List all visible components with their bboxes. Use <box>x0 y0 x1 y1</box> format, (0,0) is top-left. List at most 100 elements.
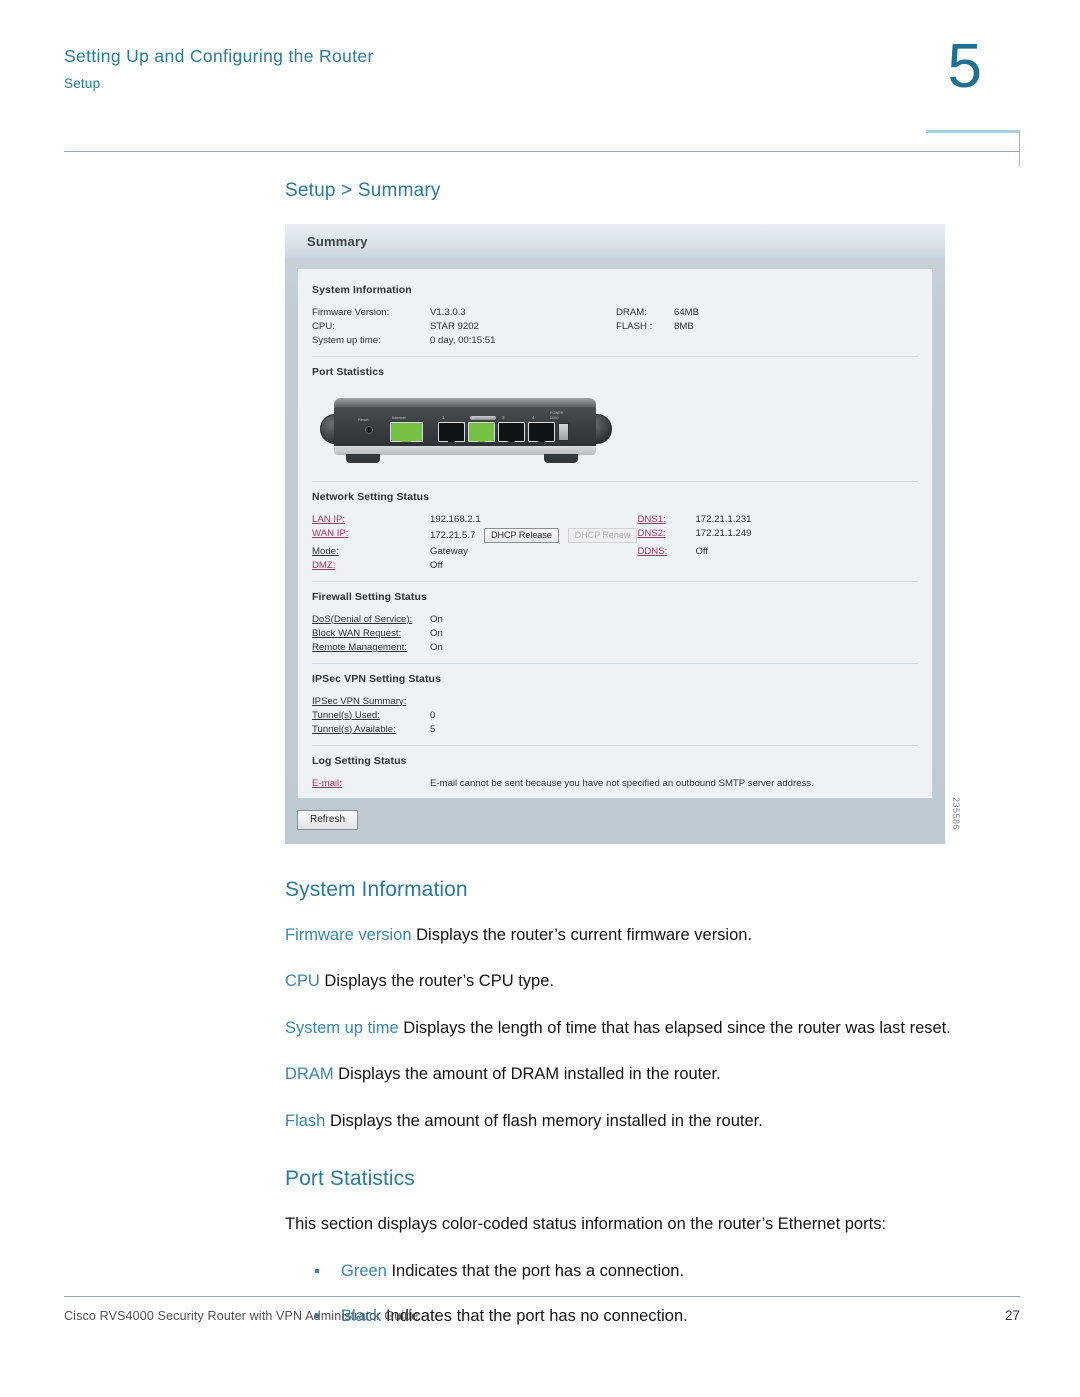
header-chapter-title: Setting Up and Configuring the Router <box>64 46 374 66</box>
figure-port-statistics-label: Port Statistics <box>312 366 385 378</box>
dos-label[interactable]: DoS(Denial of Service): <box>312 614 412 625</box>
figure-network-setting-status-label: Network Setting Status <box>312 491 430 503</box>
chapter-number: 5 <box>947 32 982 101</box>
ddns-value: Off <box>695 545 709 557</box>
lan-port-4-label: 4 <box>532 415 535 420</box>
dns1-link[interactable]: DNS1: <box>637 514 665 525</box>
power-switch-icon <box>558 423 569 441</box>
desc-firmware-version: Displays the router’s current firmware v… <box>411 926 753 944</box>
remote-management-value: On <box>430 641 443 653</box>
firmware-version-value: V1.3.0.3 <box>430 306 466 318</box>
router-led-labels: POWER DIAG <box>550 411 564 421</box>
system-uptime-value: 0 day, 00:15:51 <box>430 334 496 346</box>
router-foot-right <box>544 454 578 463</box>
figure-log-setting-status-label: Log Setting Status <box>312 755 407 767</box>
wan-ip-link[interactable]: WAN IP: <box>312 528 348 539</box>
lan-port-4-jack-icon <box>529 423 554 442</box>
figure-system-information-table: Firmware Version: V1.3.0.3 DRAM: 64MB CP… <box>312 305 918 347</box>
internet-port <box>390 422 423 442</box>
definition-firmware-version: Firmware version Displays the router’s c… <box>285 924 1025 947</box>
lan-ip-link[interactable]: LAN IP: <box>312 514 345 525</box>
dram-label: DRAM: <box>616 306 647 318</box>
remote-management-label[interactable]: Remote Management: <box>312 642 407 653</box>
port-statistics-heading: Port Statistics <box>285 1167 415 1191</box>
mode-value: Gateway <box>430 545 468 557</box>
dns2-value: 172.21.1.249 <box>695 527 752 539</box>
lan-ip-value: 192.168.2.1 <box>430 513 481 525</box>
system-information-heading: System Information <box>285 878 468 901</box>
dmz-value: Off <box>430 559 443 571</box>
figure-firewall-setting-status-table: DoS(Denial of Service): On Block WAN Req… <box>312 612 918 654</box>
tunnels-available-value: 5 <box>430 723 436 735</box>
desc-green: Indicates that the port has a connection… <box>386 1261 685 1280</box>
ddns-link[interactable]: DDNS: <box>637 546 667 557</box>
footer-page-number: 27 <box>1004 1308 1020 1323</box>
page-footer: Cisco RVS4000 Security Router with VPN A… <box>64 1308 1020 1323</box>
ipsec-vpn-summary-link[interactable]: IPSec VPN Summary: <box>312 696 406 707</box>
divider <box>312 745 918 746</box>
figure-network-setting-status-table: LAN IP: 192.168.2.1 DNS1: 172.21.1.231 W… <box>312 512 918 572</box>
desc-dram: Displays the amount of DRAM installed in… <box>333 1065 721 1084</box>
tunnels-used-label[interactable]: Tunnel(s) Used: <box>312 710 380 721</box>
dmz-link[interactable]: DMZ: <box>312 560 335 571</box>
email-link[interactable]: E-mail: <box>312 778 342 789</box>
footer-divider <box>64 1296 1020 1297</box>
block-wan-request-value: On <box>430 627 443 639</box>
table-row: CPU: STAR 9202 FLASH : 8MB <box>312 319 918 333</box>
divider <box>312 356 918 357</box>
term-firmware-version: Firmware version <box>285 926 412 944</box>
term-dram: DRAM <box>285 1065 334 1084</box>
term-green: Green <box>341 1261 387 1280</box>
term-cpu: CPU <box>285 972 320 991</box>
block-wan-request-label[interactable]: Block WAN Request: <box>312 628 401 639</box>
footer-guide-title: Cisco RVS4000 Security Router with VPN A… <box>64 1309 419 1323</box>
breadcrumb-heading: Setup > Summary <box>285 180 441 201</box>
lan-port-1 <box>438 422 465 442</box>
table-row: Tunnel(s) Used: 0 <box>312 708 918 722</box>
refresh-button[interactable]: Refresh <box>297 810 359 830</box>
summary-window-title: Summary <box>307 233 368 249</box>
firmware-version-label: Firmware Version: <box>312 306 390 318</box>
summary-window-titlebar: Summary <box>285 224 945 258</box>
internet-port-jack-icon <box>391 423 422 442</box>
flash-label: FLASH : <box>616 320 653 332</box>
table-row: IPSec VPN Summary: <box>312 694 918 708</box>
tunnels-used-value: 0 <box>430 709 436 721</box>
definition-flash: Flash Displays the amount of flash memor… <box>285 1110 1025 1133</box>
port-statistics-intro: This section displays color-coded status… <box>285 1215 887 1234</box>
system-uptime-label: System up time: <box>312 334 381 346</box>
dns2-link[interactable]: DNS2: <box>637 528 665 539</box>
internet-port-label: Internet <box>392 415 406 420</box>
table-row: Remote Management: On <box>312 640 918 654</box>
lan-port-2-jack-icon <box>469 423 494 442</box>
header-divider <box>64 151 1020 152</box>
flash-value: 8MB <box>674 320 694 332</box>
lan-port-1-jack-icon <box>439 423 464 442</box>
table-row: DMZ: Off <box>312 558 918 572</box>
lan-port-2-label: 2 <box>472 415 475 420</box>
router-rear-panel: Reset Internet 1 2 3 4 POWER DIAG <box>320 396 612 468</box>
summary-panel: System Information Firmware Version: V1.… <box>297 268 933 799</box>
definition-system-up-time: System up time Displays the length of ti… <box>285 1017 1025 1040</box>
definition-cpu: CPU Displays the router’s CPU type. <box>285 970 1025 993</box>
list-item: Green Indicates that the port has a conn… <box>285 1260 1025 1283</box>
desc-cpu: Displays the router’s CPU type. <box>319 972 554 991</box>
tunnels-available-label[interactable]: Tunnel(s) Available: <box>312 724 396 735</box>
wan-ip-value: 172.21.5.7 <box>430 529 476 541</box>
dns1-value: 172.21.1.231 <box>695 513 752 525</box>
lan-port-4 <box>528 422 555 442</box>
dhcp-release-button[interactable]: DHCP Release <box>484 527 559 543</box>
definition-dram: DRAM Displays the amount of DRAM install… <box>285 1063 1025 1086</box>
email-status-message: E-mail cannot be sent because you have n… <box>430 777 814 789</box>
figure-ipsec-vpn-setting-status-label: IPSec VPN Setting Status <box>312 673 442 685</box>
mode-label: Mode: <box>312 545 339 557</box>
dram-value: 64MB <box>674 306 700 318</box>
router-foot-left <box>346 454 380 463</box>
table-row: WAN IP: 172.21.5.7 DHCP Release DHCP Ren… <box>312 526 918 544</box>
header-corner-rule <box>926 130 1020 166</box>
cpu-value: STAR 9202 <box>430 320 479 332</box>
table-row: Block WAN Request: On <box>312 626 918 640</box>
table-row: System up time: 0 day, 00:15:51 <box>312 333 918 347</box>
figure-log-setting-status-table: E-mail: E-mail cannot be sent because yo… <box>312 776 918 790</box>
term-flash: Flash <box>285 1111 326 1130</box>
